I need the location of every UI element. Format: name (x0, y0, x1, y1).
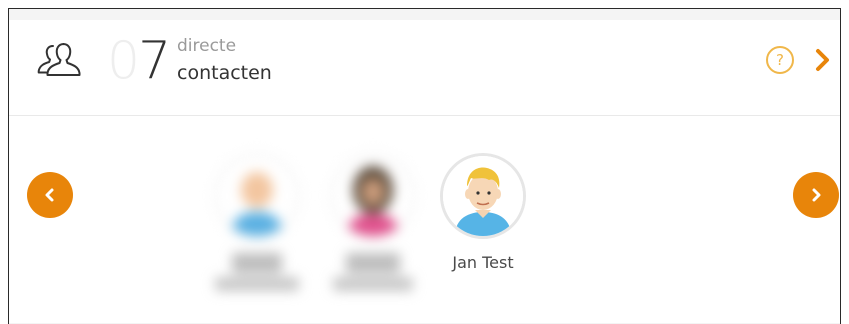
avatar-image (443, 156, 523, 236)
count-leading-digit: 0 (107, 31, 140, 91)
contact-name (207, 253, 307, 291)
carousel-next-button[interactable] (793, 172, 839, 218)
avatar (214, 153, 300, 239)
contact-name: Jan Test (452, 253, 514, 272)
chevron-right-icon (812, 188, 821, 202)
avatar (440, 153, 526, 239)
count-label-line2: contacten (177, 62, 272, 84)
chevron-left-icon (45, 188, 54, 202)
avatar (330, 153, 416, 239)
contact-item[interactable]: Jan Test (433, 153, 533, 273)
contact-count: 07 (107, 30, 171, 92)
carousel-prev-button[interactable] (27, 172, 73, 218)
count-label-line1: directe (177, 36, 237, 56)
widget-header: 07 directe contacten ? (9, 20, 840, 116)
people-icon (37, 43, 81, 76)
contact-name (323, 253, 423, 291)
count-digit: 7 (138, 31, 171, 91)
contact-item[interactable] (323, 153, 423, 291)
contacts-widget: 07 directe contacten ? Jan Test (9, 20, 840, 323)
help-icon[interactable]: ? (766, 46, 794, 74)
chevron-right-icon[interactable] (815, 48, 831, 72)
contact-item[interactable] (207, 153, 307, 291)
